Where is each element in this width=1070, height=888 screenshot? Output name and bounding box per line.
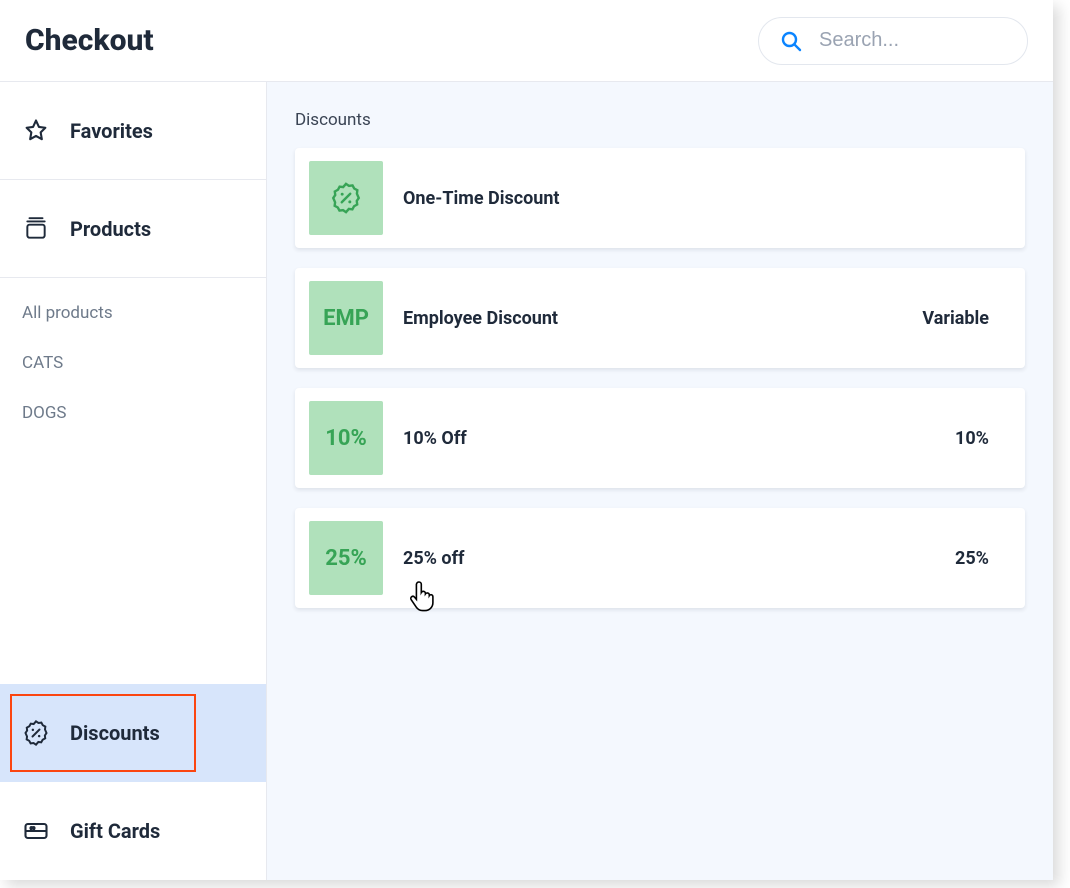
sidebar-products-sublist: All products CATS DOGS (0, 278, 266, 448)
discount-card-title: 25% off (403, 548, 935, 569)
search-icon (777, 27, 805, 55)
discount-card-badge: 25% (309, 521, 383, 595)
sidebar-subitem-dogs[interactable]: DOGS (22, 403, 244, 423)
sidebar-item-label: Products (70, 217, 151, 241)
search-input[interactable] (817, 28, 1009, 53)
discount-card-meta: Variable (922, 308, 989, 329)
discount-card-badge (309, 161, 383, 235)
gift-card-icon (22, 817, 50, 845)
sidebar: Favorites Products All products CATS DOG… (0, 82, 267, 880)
discount-card-meta: 10% (955, 428, 989, 449)
app-frame: Checkout Favorites (0, 0, 1053, 880)
main-area: Discounts One-Time Discount EMP Employ (267, 82, 1053, 880)
discount-card[interactable]: One-Time Discount (295, 148, 1025, 248)
search-field-wrap[interactable] (758, 17, 1028, 65)
sidebar-subitem-cats[interactable]: CATS (22, 353, 244, 373)
discount-card[interactable]: 25% 25% off 25% (295, 508, 1025, 608)
app-title: Checkout (25, 23, 154, 58)
page-heading: Discounts (295, 110, 1025, 130)
sidebar-subitem-all-products[interactable]: All products (22, 303, 244, 323)
discount-card-badge: 10% (309, 401, 383, 475)
discount-card-badge: EMP (309, 281, 383, 355)
discount-card-title: 10% Off (403, 428, 935, 449)
sidebar-item-label: Favorites (70, 119, 153, 143)
discount-icon (22, 719, 50, 747)
discount-card-meta: 25% (955, 548, 989, 569)
discount-card[interactable]: 10% 10% Off 10% (295, 388, 1025, 488)
sidebar-item-discounts[interactable]: Discounts (0, 684, 266, 782)
discount-icon (329, 181, 363, 215)
sidebar-spacer (0, 448, 266, 684)
sidebar-item-label: Gift Cards (70, 819, 160, 843)
sidebar-item-favorites[interactable]: Favorites (0, 82, 266, 180)
star-icon (22, 117, 50, 145)
sidebar-item-label: Discounts (70, 721, 160, 745)
box-icon (22, 215, 50, 243)
discount-card[interactable]: EMP Employee Discount Variable (295, 268, 1025, 368)
sidebar-item-products[interactable]: Products (0, 180, 266, 278)
topbar: Checkout (0, 0, 1053, 82)
discount-card-title: Employee Discount (403, 308, 902, 329)
sidebar-item-gift-cards[interactable]: Gift Cards (0, 782, 266, 880)
body: Favorites Products All products CATS DOG… (0, 82, 1053, 880)
discount-card-title: One-Time Discount (403, 188, 969, 209)
